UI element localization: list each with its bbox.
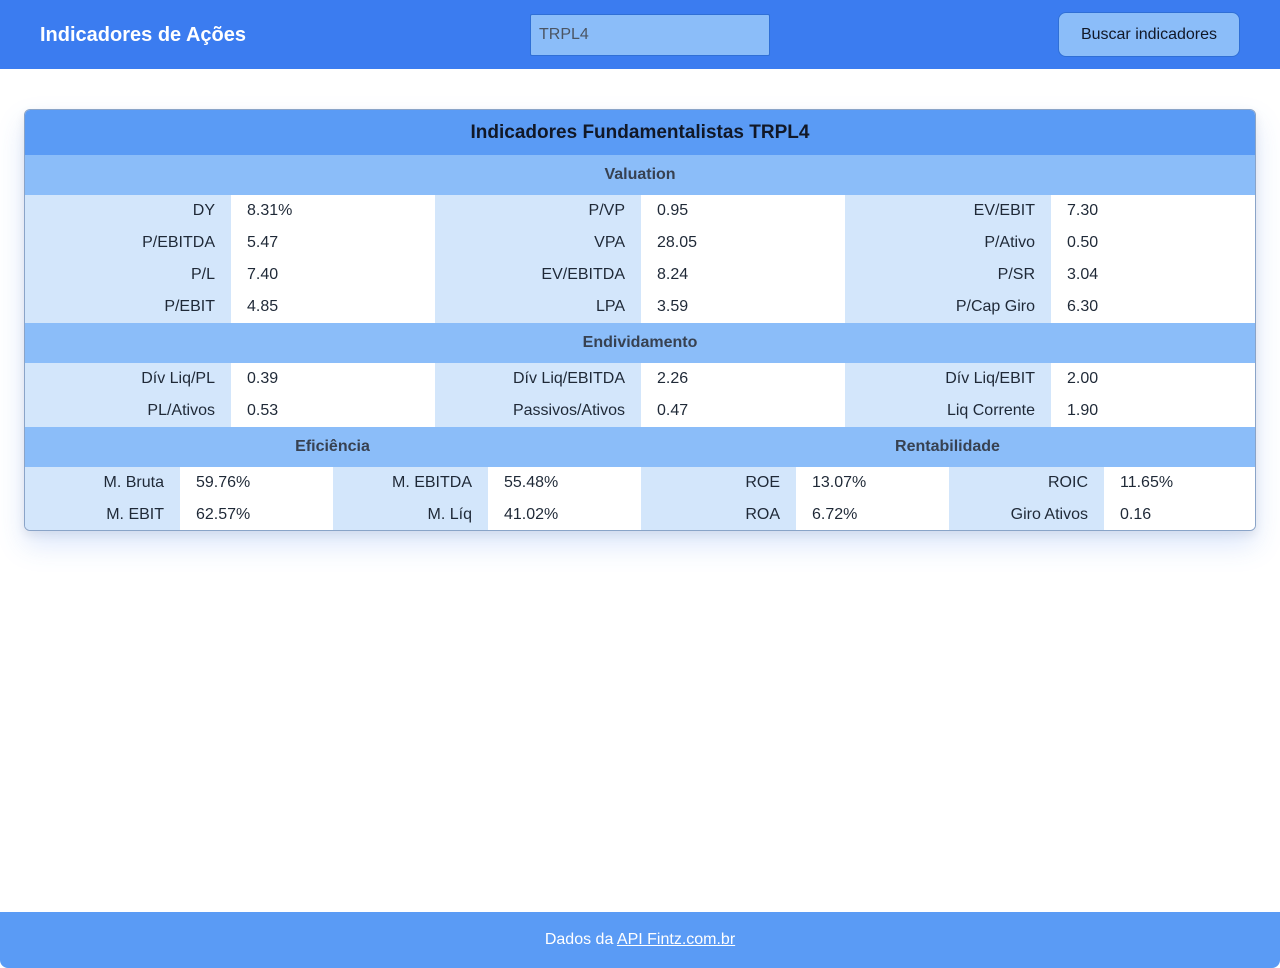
valuation-indicator-value: 3.59 — [641, 291, 845, 323]
top-bar: Indicadores de Ações Buscar indicadores — [0, 0, 1280, 69]
valuation-indicator-label: DY — [25, 195, 231, 227]
endividamento-indicator-value: 2.26 — [641, 363, 845, 395]
footer: Dados da API Fintz.com.br — [0, 912, 1280, 968]
valuation-indicator-label: P/EBITDA — [25, 227, 231, 259]
ticker-input[interactable] — [530, 14, 770, 56]
eficiencia-rentabilidade-indicator-value: 59.76% — [180, 467, 333, 499]
eficiencia-rentabilidade-indicator-value: 0.16 — [1104, 499, 1255, 530]
card-title: Indicadores Fundamentalistas TRPL4 — [25, 110, 1255, 155]
valuation-indicator-value: 28.05 — [641, 227, 845, 259]
endividamento-indicator-label: Dív Liq/PL — [25, 363, 231, 395]
valuation-indicator-label: P/VP — [435, 195, 641, 227]
endividamento-indicator-value: 0.53 — [231, 395, 435, 427]
eficiencia-rentabilidade-grid: M. Bruta 59.76% M. EBITDA 55.48% ROE 13.07% RO… — [25, 467, 1255, 530]
endividamento-indicator-label: Passivos/Ativos — [435, 395, 641, 427]
eficiencia-rentabilidade-indicator-label: ROE — [641, 467, 796, 499]
valuation-indicator-value: 8.31% — [231, 195, 435, 227]
eficiencia-rentabilidade-indicator-label: M. EBITDA — [333, 467, 488, 499]
valuation-indicator-label: LPA — [435, 291, 641, 323]
valuation-indicator-label: EV/EBITDA — [435, 259, 641, 291]
eficiencia-rentabilidade-indicator-value: 6.72% — [796, 499, 949, 530]
section-heading-valuation: Valuation — [25, 155, 1255, 195]
search-button[interactable]: Buscar indicadores — [1058, 12, 1240, 57]
eficiencia-rentabilidade-indicator-label: M. Bruta — [25, 467, 180, 499]
valuation-indicator-label: P/SR — [845, 259, 1051, 291]
section-heading-rentabilidade: Rentabilidade — [895, 438, 1000, 455]
eficiencia-rentabilidade-indicator-label: ROIC — [949, 467, 1104, 499]
valuation-indicator-value: 3.04 — [1051, 259, 1255, 291]
eficiencia-rentabilidade-indicator-label: M. Líq — [333, 499, 488, 530]
valuation-indicator-label: P/EBIT — [25, 291, 231, 323]
section-heading-eficiencia: Eficiência — [295, 438, 370, 455]
valuation-grid: DY 8.31% P/VP 0.95 EV/EBIT 7.30 P/EBITDA 5.47 VP… — [25, 195, 1255, 323]
eficiencia-rentabilidade-indicator-label: Giro Ativos — [949, 499, 1104, 530]
eficiencia-rentabilidade-indicator-value: 13.07% — [796, 467, 949, 499]
valuation-indicator-value: 7.30 — [1051, 195, 1255, 227]
indicators-card: Indicadores Fundamentalistas TRPL4 Valua… — [24, 109, 1256, 531]
endividamento-indicator-value: 0.47 — [641, 395, 845, 427]
endividamento-indicator-label: Dív Liq/EBITDA — [435, 363, 641, 395]
valuation-indicator-label: P/Cap Giro — [845, 291, 1051, 323]
fintz-api-link[interactable]: API Fintz.com.br — [617, 931, 735, 948]
eficiencia-rentabilidade-indicator-value: 62.57% — [180, 499, 333, 530]
endividamento-indicator-label: Dív Liq/EBIT — [845, 363, 1051, 395]
footer-prefix: Dados da — [544, 931, 614, 948]
eficiencia-rentabilidade-indicator-value: 41.02% — [488, 499, 641, 530]
endividamento-grid: Dív Liq/PL 0.39 Dív Liq/EBITDA 2.26 Dív Liq/… — [25, 363, 1255, 427]
valuation-indicator-label: EV/EBIT — [845, 195, 1051, 227]
endividamento-indicator-label: PL/Ativos — [25, 395, 231, 427]
app-title: Indicadores de Ações — [40, 24, 246, 46]
valuation-indicator-value: 4.85 — [231, 291, 435, 323]
endividamento-indicator-label: Liq Corrente — [845, 395, 1051, 427]
eficiencia-rentabilidade-indicator-label: ROA — [641, 499, 796, 530]
eficiencia-rentabilidade-indicator-label: M. EBIT — [25, 499, 180, 530]
valuation-indicator-label: VPA — [435, 227, 641, 259]
section-heading-row: Eficiência Rentabilidade — [25, 427, 1255, 467]
valuation-indicator-value: 6.30 — [1051, 291, 1255, 323]
valuation-indicator-value: 0.95 — [641, 195, 845, 227]
valuation-indicator-value: 8.24 — [641, 259, 845, 291]
endividamento-indicator-value: 1.90 — [1051, 395, 1255, 427]
valuation-indicator-value: 5.47 — [231, 227, 435, 259]
endividamento-indicator-value: 0.39 — [231, 363, 435, 395]
valuation-indicator-label: P/L — [25, 259, 231, 291]
eficiencia-rentabilidade-indicator-value: 55.48% — [488, 467, 641, 499]
eficiencia-rentabilidade-indicator-value: 11.65% — [1104, 467, 1255, 499]
endividamento-indicator-value: 2.00 — [1051, 363, 1255, 395]
valuation-indicator-label: P/Ativo — [845, 227, 1051, 259]
section-heading-endividamento: Endividamento — [25, 323, 1255, 363]
valuation-indicator-value: 7.40 — [231, 259, 435, 291]
valuation-indicator-value: 0.50 — [1051, 227, 1255, 259]
